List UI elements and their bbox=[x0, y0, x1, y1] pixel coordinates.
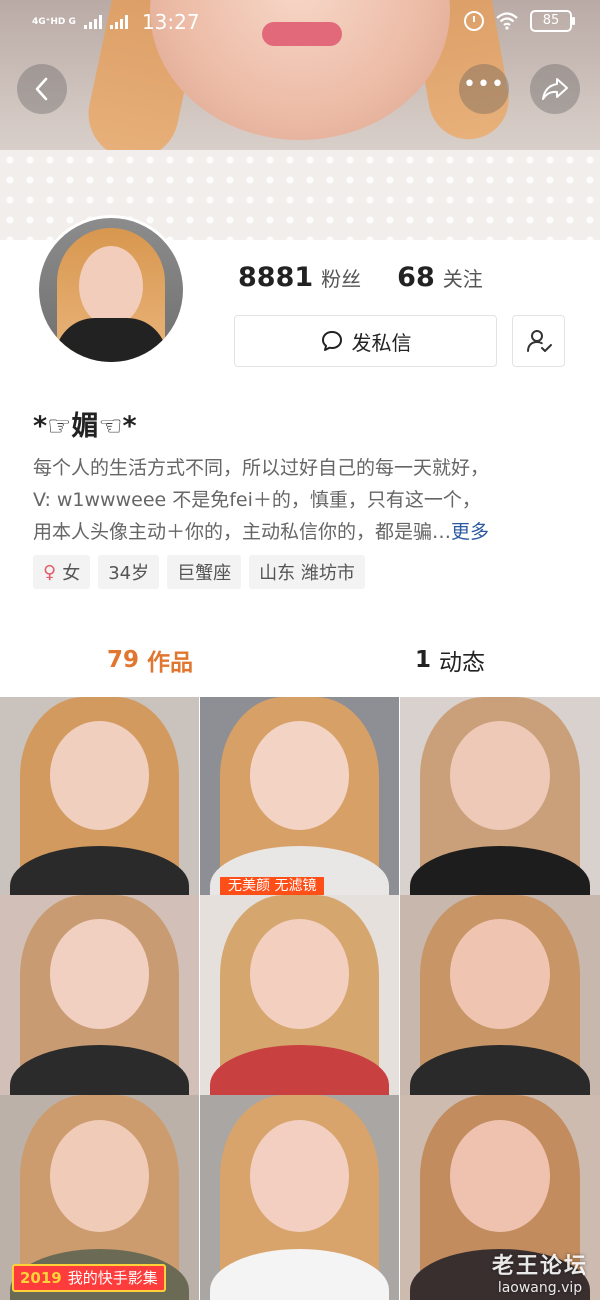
bio-line: 用本人头像主动＋你的，主动私信你的，都是骗…更多 bbox=[33, 516, 573, 548]
nickname: *☞媚☜* bbox=[33, 411, 137, 442]
gender-label: 女 bbox=[62, 563, 81, 584]
profile-stats: 8881 粉丝 68 关注 bbox=[238, 262, 483, 293]
zodiac-tag: 巨蟹座 bbox=[167, 555, 242, 589]
bio-line-text: 用本人头像主动＋你的，主动私信你的，都是骗… bbox=[33, 521, 452, 543]
chevron-left-icon bbox=[35, 77, 48, 101]
more-button[interactable]: ••• bbox=[459, 64, 509, 114]
video-thumbnail[interactable]: 2019 我的快手影集 bbox=[0, 1095, 199, 1300]
bio-line: 每个人的生活方式不同，所以过好自己的每一天就好， bbox=[33, 457, 490, 479]
follow-button[interactable] bbox=[512, 315, 565, 367]
following-count[interactable]: 68 bbox=[397, 262, 435, 293]
moments-label: 动态 bbox=[439, 650, 485, 676]
moments-count: 1 bbox=[414, 647, 431, 673]
video-grid: 无美颜 无滤镜 2019 我的快手影集 bbox=[0, 697, 600, 1300]
female-icon: ♀ bbox=[43, 561, 57, 583]
fans-count[interactable]: 8881 bbox=[238, 262, 313, 293]
network-type: 4G⁺HD G bbox=[32, 17, 76, 27]
send-message-label: 发私信 bbox=[351, 330, 412, 355]
bio-line: V: w1wwweee 不是免fei＋的，慎重，只有这一个， bbox=[33, 489, 481, 511]
video-thumbnail[interactable]: 无美颜 无滤镜 bbox=[200, 697, 399, 895]
album-label: 我的快手影集 bbox=[67, 1269, 158, 1287]
clock: 13:27 bbox=[141, 10, 200, 34]
following-label[interactable]: 关注 bbox=[443, 263, 483, 292]
avatar[interactable] bbox=[36, 215, 186, 365]
watermark-title: 老王论坛 bbox=[491, 1254, 588, 1279]
wifi-icon bbox=[496, 12, 518, 30]
fans-label[interactable]: 粉丝 bbox=[321, 263, 361, 292]
share-arrow-icon bbox=[542, 78, 568, 100]
chat-bubble-icon bbox=[321, 331, 342, 351]
share-button[interactable] bbox=[530, 64, 580, 114]
alarm-icon bbox=[464, 11, 484, 31]
tab-works[interactable]: 79 作品 bbox=[0, 630, 300, 690]
thumbnail-caption: 无美颜 无滤镜 bbox=[220, 877, 325, 895]
bio-more-link[interactable]: 更多 bbox=[451, 521, 489, 543]
content-tabs: 79 作品 1 动态 bbox=[0, 630, 600, 690]
user-check-icon bbox=[526, 330, 552, 352]
back-button[interactable] bbox=[17, 64, 67, 114]
send-message-button[interactable]: 发私信 bbox=[234, 315, 497, 367]
watermark-url: laowang.vip bbox=[497, 1280, 583, 1296]
tab-moments[interactable]: 1 动态 bbox=[300, 630, 600, 690]
video-thumbnail[interactable] bbox=[0, 697, 199, 895]
video-thumbnail[interactable] bbox=[0, 895, 199, 1095]
video-thumbnail[interactable] bbox=[400, 895, 600, 1095]
status-bar: 4G⁺HD G 13:27 85 bbox=[0, 0, 600, 44]
battery-indicator: 85 bbox=[530, 10, 575, 32]
works-label: 作品 bbox=[147, 650, 193, 676]
video-thumbnail[interactable] bbox=[200, 1095, 399, 1300]
profile-page: 4G⁺HD G 13:27 85 ••• 8881 粉丝 68 关注 发私信 *… bbox=[0, 0, 600, 1300]
age-tag: 34岁 bbox=[98, 555, 160, 589]
signal-icon-2 bbox=[109, 15, 128, 29]
bio: 每个人的生活方式不同，所以过好自己的每一天就好， V: w1wwweee 不是免… bbox=[33, 452, 573, 548]
video-thumbnail[interactable] bbox=[200, 895, 399, 1095]
gender-tag: ♀ 女 bbox=[33, 555, 91, 589]
more-dots-icon: ••• bbox=[463, 72, 505, 97]
signal-icon bbox=[83, 15, 102, 29]
photo-album-badge: 2019 我的快手影集 bbox=[12, 1264, 166, 1292]
site-watermark: 老王论坛 laowang.vip bbox=[492, 1248, 588, 1296]
album-year: 2019 bbox=[20, 1269, 62, 1287]
works-count: 79 bbox=[106, 647, 139, 673]
profile-tags: ♀ 女 34岁 巨蟹座 山东 潍坊市 bbox=[33, 555, 365, 589]
video-thumbnail[interactable] bbox=[400, 697, 600, 895]
location-tag: 山东 潍坊市 bbox=[249, 555, 365, 589]
